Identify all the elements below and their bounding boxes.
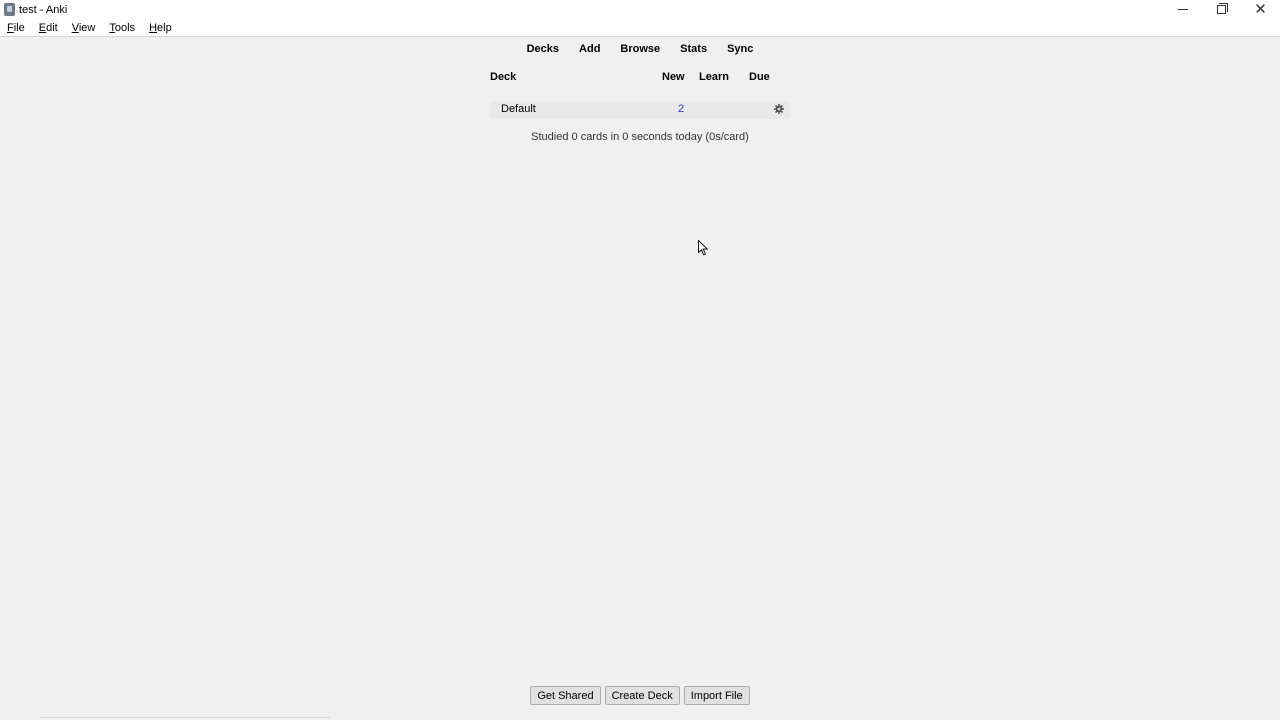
anki-icon (4, 3, 15, 16)
title-bar: test - Anki ✕ (0, 0, 1280, 19)
window-controls: ✕ (1163, 0, 1280, 19)
deck-name-link[interactable]: Default (501, 103, 536, 115)
deck-new-count: 2 (678, 103, 685, 115)
divider (40, 717, 330, 718)
toolbar-sync-link[interactable]: Sync (717, 42, 763, 56)
window-title: test - Anki (19, 3, 68, 16)
close-icon: ✕ (1254, 1, 1267, 18)
deck-table-header: Deck New Learn Due (490, 71, 790, 85)
menu-edit[interactable]: Edit (34, 22, 63, 34)
header-due: Due (749, 71, 770, 83)
header-learn: Learn (699, 71, 729, 83)
maximize-button[interactable] (1202, 0, 1241, 19)
maximize-icon (1217, 3, 1228, 14)
toolbar-stats-link[interactable]: Stats (670, 42, 717, 56)
table-row: Default 2 (490, 101, 790, 119)
header-new: New (662, 71, 685, 83)
header-deck: Deck (490, 71, 517, 83)
mouse-cursor-icon (698, 240, 708, 256)
import-file-button[interactable]: Import File (683, 686, 750, 705)
menu-view[interactable]: View (67, 22, 101, 34)
menu-help[interactable]: Help (144, 22, 177, 34)
toolbar-browse-link[interactable]: Browse (610, 42, 670, 56)
menu-bar: File Edit View Tools Help (0, 19, 1280, 37)
studied-summary: Studied 0 cards in 0 seconds today (0s/c… (531, 131, 749, 143)
top-toolbar: Decks Add Browse Stats Sync (0, 42, 1280, 56)
toolbar-add-link[interactable]: Add (569, 42, 610, 56)
close-button[interactable]: ✕ (1241, 0, 1280, 19)
toolbar-decks-link[interactable]: Decks (517, 42, 569, 56)
bottom-button-bar: Get Shared Create Deck Import File (0, 686, 1280, 705)
menu-tools[interactable]: Tools (104, 22, 140, 34)
menu-file[interactable]: File (2, 22, 30, 34)
deck-table: Deck New Learn Due Default 2 (490, 71, 790, 119)
minimize-button[interactable] (1163, 0, 1202, 19)
create-deck-button[interactable]: Create Deck (604, 686, 680, 705)
gear-icon[interactable] (774, 104, 784, 114)
main-area: Decks Add Browse Stats Sync Deck New Lea… (0, 38, 1280, 720)
minimize-icon (1177, 9, 1188, 10)
get-shared-button[interactable]: Get Shared (530, 686, 601, 705)
